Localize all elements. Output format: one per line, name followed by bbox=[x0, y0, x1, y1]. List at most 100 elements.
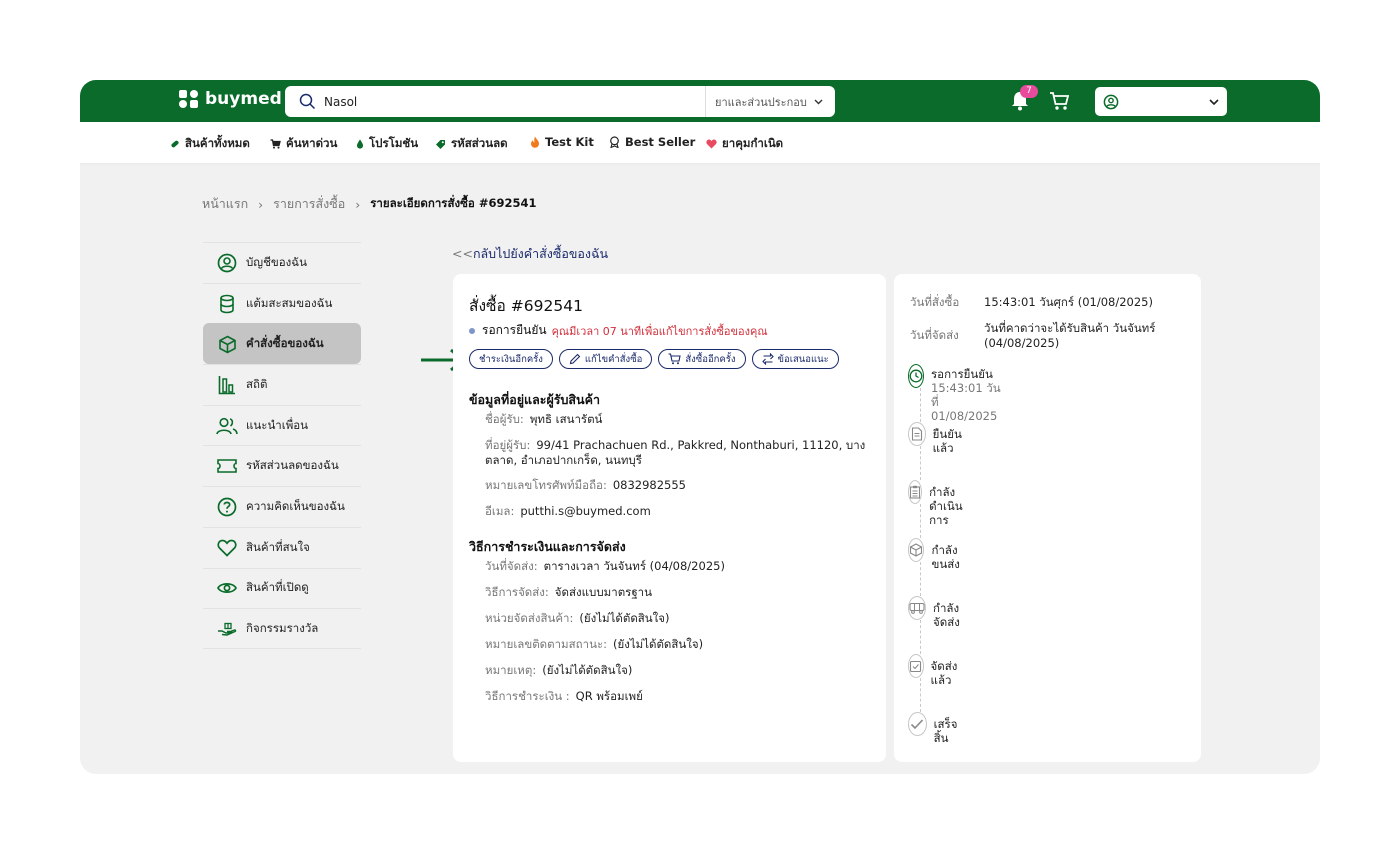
payment-method-value: QR พร้อมเพย์ bbox=[575, 689, 643, 703]
breadcrumb-current: รายละเอียดการสั่งซื้อ #692541 bbox=[370, 196, 537, 210]
timeline-step-delivered: จัดส่งแล้ว bbox=[908, 654, 960, 687]
truck-icon bbox=[908, 596, 926, 620]
timeline-step-label: รอการยืนยัน bbox=[931, 367, 993, 381]
order-detail-card: สั่งซื้อ #692541 รอการยืนยัน คุณมีเวลา 0… bbox=[453, 274, 886, 762]
sidebar-item-label: กิจกรรมรางวัล bbox=[246, 620, 319, 635]
timeline-step-completed: เสร็จสิ้น bbox=[908, 712, 963, 745]
sidebar-item-label: คำสั่งซื้อของฉัน bbox=[246, 336, 324, 351]
sidebar-item-points[interactable]: แต้มสะสมของฉัน bbox=[203, 282, 361, 324]
breadcrumb: หน้าแรก › รายการสั่งซื้อ › รายละเอียดการ… bbox=[202, 194, 536, 214]
nav-item-test-kit[interactable]: Test Kit bbox=[530, 135, 594, 149]
logo-text: buymed bbox=[205, 89, 282, 109]
note-label: หมายเหตุ: bbox=[485, 663, 537, 677]
delivery-date-row: วันที่จัดส่ง: ตารางเวลา วันจันทร์ (04/08/… bbox=[485, 559, 870, 574]
status-note: คุณมีเวลา 07 นาทีเพื่อแก้ไขการสั่งซื้อขอ… bbox=[551, 324, 768, 338]
timeline-step-label: เสร็จสิ้น bbox=[933, 717, 958, 745]
nav-item-all-products[interactable]: สินค้าทั้งหมด bbox=[170, 135, 250, 153]
sidebar-item-label: ความคิดเห็นของฉัน bbox=[246, 498, 345, 513]
search-icon bbox=[299, 93, 316, 110]
app-frame: buymed ยาและส่วนประกอบ 7 สินค้ bbox=[80, 80, 1320, 774]
cart-icon[interactable] bbox=[1049, 91, 1071, 115]
delivery-value: วันที่คาดว่าจะได้รับสินค้า วันจันทร์ (04… bbox=[984, 321, 1156, 350]
sidebar-item-statistics[interactable]: สถิติ bbox=[203, 364, 361, 405]
nav-item-label: ยาคุมกำเนิด bbox=[722, 136, 784, 150]
drop-icon bbox=[356, 139, 364, 149]
email-row: อีเมล: putthi.s@buymed.com bbox=[485, 504, 870, 519]
reorder-button[interactable]: สั่งซื้ออีกครั้ง bbox=[658, 349, 746, 369]
cart-icon bbox=[668, 353, 682, 365]
recipient-label: ชื่อผู้รับ: bbox=[485, 412, 524, 426]
recipient-value: พุทธิ เสนารัตน์ bbox=[529, 412, 603, 426]
nav-item-label: Test Kit bbox=[545, 135, 594, 149]
sidebar-item-account[interactable]: บัญชีของฉัน bbox=[203, 242, 361, 283]
carrier-value: (ยังไม่ได้ตัดสินใจ) bbox=[579, 611, 670, 625]
status-label: รอการยืนยัน bbox=[482, 323, 547, 337]
nav-item-label: รหัสส่วนลด bbox=[451, 136, 508, 150]
tracking-label: หมายเลขติดตามสถานะ: bbox=[485, 637, 607, 651]
back-link-label: กลับไปยังคำสั่งซื้อของฉัน bbox=[472, 246, 609, 261]
top-bar: buymed ยาและส่วนประกอบ 7 bbox=[80, 80, 1320, 122]
search-category-select[interactable]: ยาและส่วนประกอบ bbox=[705, 86, 835, 117]
sidebar-item-label: แนะนำเพื่อน bbox=[246, 417, 309, 432]
sidebar-item-label: สินค้าที่เปิดดู bbox=[246, 580, 309, 595]
logo[interactable]: buymed bbox=[178, 89, 282, 109]
sidebar-item-refer-friend[interactable]: แนะนำเพื่อน bbox=[203, 404, 361, 446]
nav-item-label: สินค้าทั้งหมด bbox=[185, 136, 250, 150]
sidebar-item-label: สินค้าที่สนใจ bbox=[246, 539, 310, 554]
order-date-value: 15:43:01 วันศุกร์ (01/08/2025) bbox=[984, 295, 1153, 309]
note-value: (ยังไม่ได้ตัดสินใจ) bbox=[542, 663, 633, 677]
order-title: สั่งซื้อ #692541 bbox=[469, 297, 583, 315]
sidebar-item-wishlist[interactable]: สินค้าที่สนใจ bbox=[203, 526, 361, 568]
heart-icon bbox=[706, 139, 717, 149]
sidebar-item-rewards[interactable]: กิจกรรมรางวัล bbox=[203, 608, 361, 649]
button-label: สั่งซื้ออีกครั้ง bbox=[685, 353, 736, 365]
sidebar-item-label: รหัสส่วนลดของฉัน bbox=[246, 458, 339, 473]
sidebar-item-my-coupons[interactable]: รหัสส่วนลดของฉัน bbox=[203, 445, 361, 486]
cart-icon bbox=[270, 139, 281, 149]
nav-item-quick-search[interactable]: ค้นหาด่วน bbox=[270, 135, 337, 153]
note-row: หมายเหตุ: (ยังไม่ได้ตัดสินใจ) bbox=[485, 663, 870, 678]
edit-order-button[interactable]: แก้ไขคำสั่งซื้อ bbox=[558, 349, 653, 369]
fire-icon bbox=[530, 136, 540, 148]
breadcrumb-orders[interactable]: รายการสั่งซื้อ bbox=[273, 194, 345, 214]
carrier-label: หน่วยจัดส่งสินค้า: bbox=[485, 611, 574, 625]
account-dropdown[interactable] bbox=[1095, 87, 1227, 116]
order-status: รอการยืนยัน คุณมีเวลา 07 นาทีเพื่อแก้ไขก… bbox=[469, 321, 768, 340]
tracking-row: หมายเลขติดตามสถานะ: (ยังไม่ได้ตัดสินใจ) bbox=[485, 637, 870, 652]
feedback-button[interactable]: ข้อเสนอแนะ bbox=[751, 349, 839, 369]
category-nav: สินค้าทั้งหมด ค้นหาด่วน โปรโมชัน รหัสส่ว… bbox=[80, 122, 1320, 163]
nav-item-best-seller[interactable]: Best Seller bbox=[609, 135, 695, 149]
shipping-method-value: จัดส่งแบบมาตรฐาน bbox=[554, 585, 652, 599]
nav-item-coupon[interactable]: รหัสส่วนลด bbox=[435, 135, 508, 153]
payment-section-title: วิธีการชำระเงินและการจัดส่ง bbox=[469, 539, 626, 554]
nav-item-promotion[interactable]: โปรโมชัน bbox=[356, 135, 418, 153]
button-label: ชำระเงินอีกครั้ง bbox=[479, 353, 543, 365]
timeline-step-label: จัดส่งแล้ว bbox=[930, 659, 958, 687]
carrier-row: หน่วยจัดส่งสินค้า: (ยังไม่ได้ตัดสินใจ) bbox=[485, 611, 870, 626]
sidebar-item-my-reviews[interactable]: ความคิดเห็นของฉัน bbox=[203, 486, 361, 527]
user-icon bbox=[1103, 94, 1119, 109]
checkbox-icon bbox=[908, 654, 924, 678]
sidebar-item-my-orders[interactable]: คำสั่งซื้อของฉัน bbox=[203, 323, 361, 365]
breadcrumb-separator: › bbox=[258, 196, 264, 212]
back-to-orders-link[interactable]: <<กลับไปยังคำสั่งซื้อของฉัน bbox=[452, 244, 608, 264]
pill-icon bbox=[170, 139, 180, 149]
timeline-step-label: กำลังดำเนินการ bbox=[929, 485, 963, 527]
nav-item-contraceptive[interactable]: ยาคุมกำเนิด bbox=[706, 135, 783, 153]
check-icon bbox=[908, 712, 927, 736]
pay-again-button[interactable]: ชำระเงินอีกครั้ง bbox=[469, 349, 553, 369]
timeline-step-label: ยืนยันแล้ว bbox=[932, 427, 962, 455]
sidebar-item-viewed[interactable]: สินค้าที่เปิดดู bbox=[203, 567, 361, 609]
phone-label: หมายเลขโทรศัพท์มือถือ: bbox=[485, 478, 607, 492]
order-date-row: วันที่สั่งซื้อ 15:43:01 วันศุกร์ (01/08/… bbox=[910, 295, 1184, 310]
address-label: ที่อยู่ผู้รับ: bbox=[485, 438, 531, 452]
search-input[interactable] bbox=[324, 94, 694, 109]
order-date-label: วันที่สั่งซื้อ bbox=[910, 295, 960, 309]
breadcrumb-home[interactable]: หน้าแรก bbox=[202, 194, 248, 214]
coins-icon bbox=[216, 294, 238, 314]
timeline-step-time: 15:43:01 วันที่ 01/08/2025 bbox=[931, 381, 1001, 423]
delivery-label: วันที่จัดส่ง bbox=[910, 328, 959, 342]
shipping-method-row: วิธีการจัดส่ง: จัดส่งแบบมาตรฐาน bbox=[485, 585, 870, 600]
address-row: ที่อยู่ผู้รับ: 99/41 Prachachuen Rd., Pak… bbox=[485, 438, 870, 468]
feedback-icon bbox=[761, 353, 774, 365]
